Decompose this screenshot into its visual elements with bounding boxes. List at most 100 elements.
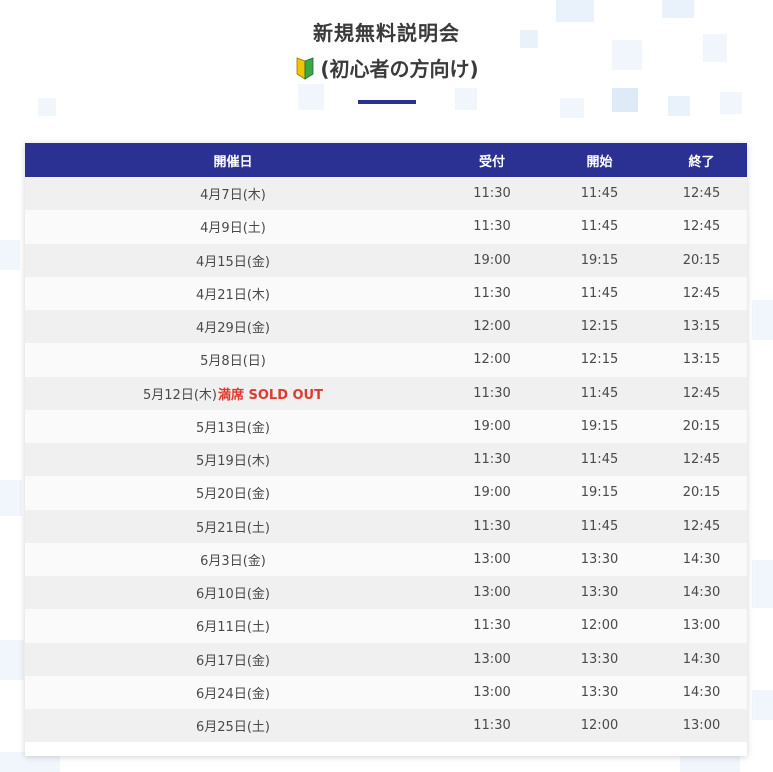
cell-start: 19:15 bbox=[580, 485, 619, 501]
cell-end: 12:45 bbox=[682, 452, 721, 468]
cell-end: 13:00 bbox=[682, 618, 721, 634]
cell-end: 13:00 bbox=[682, 718, 721, 734]
date-text: 5月13日(金) bbox=[196, 420, 270, 436]
date-text: 6月17日(金) bbox=[196, 653, 270, 669]
date-text: 6月25日(土) bbox=[196, 720, 270, 736]
column-header-date: 開催日 bbox=[213, 154, 253, 170]
table-row: 5月13日(金) 19:00 19:15 20:15 bbox=[25, 409, 747, 443]
cell-reception: 13:00 bbox=[473, 585, 511, 601]
cell-start: 11:45 bbox=[580, 186, 619, 202]
table-row: 5月8日(日) 12:00 12:15 13:15 bbox=[25, 343, 747, 377]
table-row: 4月9日(土) 11:30 11:45 12:45 bbox=[25, 210, 747, 244]
date-text: 4月7日(木) bbox=[200, 188, 266, 204]
date-text: 6月3日(金) bbox=[200, 553, 266, 569]
cell-date: 5月19日(木) bbox=[25, 450, 441, 469]
cell-end: 12:45 bbox=[682, 285, 721, 301]
page-subtitle: (初心者の方向け) bbox=[320, 57, 479, 81]
cell-start: 11:45 bbox=[580, 385, 619, 401]
table-row: 6月3日(金) 13:00 13:30 14:30 bbox=[25, 542, 747, 576]
cell-end: 14:30 bbox=[682, 585, 721, 601]
table-row: 5月12日(木)満席 SOLD OUT 11:30 11:45 12:45 bbox=[25, 376, 747, 410]
cell-reception: 12:00 bbox=[473, 319, 511, 335]
date-text: 5月8日(日) bbox=[200, 354, 266, 370]
cell-date: 5月12日(木)満席 SOLD OUT bbox=[25, 384, 441, 403]
date-text: 4月21日(木) bbox=[196, 287, 270, 303]
cell-start: 13:30 bbox=[580, 651, 619, 667]
date-text: 6月11日(土) bbox=[196, 620, 270, 636]
cell-date: 5月21日(土) bbox=[25, 517, 441, 536]
cell-date: 6月3日(金) bbox=[25, 550, 441, 569]
cell-start: 12:15 bbox=[580, 319, 619, 335]
cell-reception: 19:00 bbox=[473, 252, 511, 268]
cell-date: 5月20日(金) bbox=[25, 483, 441, 502]
cell-start: 13:30 bbox=[580, 684, 619, 700]
cell-start: 19:15 bbox=[580, 252, 619, 268]
cell-end: 13:15 bbox=[682, 319, 721, 335]
cell-end: 14:30 bbox=[682, 551, 721, 567]
table-row: 6月17日(金) 13:00 13:30 14:30 bbox=[25, 642, 747, 676]
cell-date: 6月17日(金) bbox=[25, 650, 441, 669]
cell-end: 20:15 bbox=[682, 418, 721, 434]
section-heading: 新規無料説明会 (初心者の方向け) bbox=[0, 18, 773, 104]
date-text: 6月10日(金) bbox=[196, 587, 270, 603]
table-row: 4月29日(金) 12:00 12:15 13:15 bbox=[25, 310, 747, 344]
beginner-mark-icon bbox=[294, 57, 316, 81]
cell-date: 6月25日(土) bbox=[25, 716, 441, 735]
sold-out-badge: 満席 SOLD OUT bbox=[217, 387, 323, 403]
page-subtitle-row: (初心者の方向け) bbox=[0, 52, 773, 86]
cell-reception: 19:00 bbox=[473, 418, 511, 434]
schedule-table: 開催日 受付 開始 終了 4月7日(木) 11:30 11:45 12:45 4月9日(… bbox=[25, 143, 747, 756]
cell-reception: 12:00 bbox=[473, 352, 511, 368]
cell-reception: 19:00 bbox=[473, 485, 511, 501]
cell-end: 14:30 bbox=[682, 684, 721, 700]
page-title: 新規無料説明会 bbox=[313, 21, 460, 45]
cell-start: 19:15 bbox=[580, 418, 619, 434]
cell-start: 13:30 bbox=[580, 551, 619, 567]
cell-date: 4月21日(木) bbox=[25, 284, 441, 303]
date-text: 6月24日(金) bbox=[196, 686, 270, 702]
cell-reception: 11:30 bbox=[473, 186, 511, 202]
cell-reception: 11:30 bbox=[473, 219, 511, 235]
cell-start: 13:30 bbox=[580, 585, 619, 601]
cell-end: 20:15 bbox=[682, 485, 721, 501]
cell-date: 4月15日(金) bbox=[25, 251, 441, 270]
table-row: 6月10日(金) 13:00 13:30 14:30 bbox=[25, 576, 747, 610]
cell-date: 4月7日(木) bbox=[25, 184, 441, 203]
cell-end: 12:45 bbox=[682, 186, 721, 202]
date-text: 4月9日(土) bbox=[200, 221, 266, 237]
date-text: 4月29日(金) bbox=[196, 321, 270, 337]
cell-reception: 11:30 bbox=[473, 285, 511, 301]
cell-start: 11:45 bbox=[580, 452, 619, 468]
cell-end: 14:30 bbox=[682, 651, 721, 667]
table-row: 4月21日(木) 11:30 11:45 12:45 bbox=[25, 276, 747, 310]
cell-reception: 11:30 bbox=[473, 385, 511, 401]
cell-reception: 11:30 bbox=[473, 518, 511, 534]
cell-start: 12:00 bbox=[580, 618, 619, 634]
cell-date: 4月29日(金) bbox=[25, 317, 441, 336]
table-row: 5月21日(土) 11:30 11:45 12:45 bbox=[25, 509, 747, 543]
table-row: 6月11日(土) 11:30 12:00 13:00 bbox=[25, 609, 747, 643]
cell-date: 5月8日(日) bbox=[25, 350, 441, 369]
cell-date: 6月24日(金) bbox=[25, 683, 441, 702]
cell-reception: 11:30 bbox=[473, 618, 511, 634]
date-text: 5月12日(木) bbox=[143, 387, 217, 403]
table-row: 4月7日(木) 11:30 11:45 12:45 bbox=[25, 177, 747, 211]
cell-date: 6月10日(金) bbox=[25, 583, 441, 602]
cell-end: 13:15 bbox=[682, 352, 721, 368]
table-row: 6月25日(土) 11:30 12:00 13:00 bbox=[25, 709, 747, 743]
date-text: 5月21日(土) bbox=[196, 520, 270, 536]
cell-reception: 13:00 bbox=[473, 551, 511, 567]
column-header-end: 終了 bbox=[688, 154, 715, 170]
column-header-reception: 受付 bbox=[478, 154, 505, 170]
title-underline bbox=[357, 100, 416, 104]
cell-reception: 13:00 bbox=[473, 651, 511, 667]
table-row: 5月20日(金) 19:00 19:15 20:15 bbox=[25, 476, 747, 510]
cell-end: 12:45 bbox=[682, 385, 721, 401]
cell-date: 6月11日(土) bbox=[25, 616, 441, 635]
date-text: 5月19日(木) bbox=[196, 454, 270, 470]
cell-date: 4月9日(土) bbox=[25, 217, 441, 236]
table-row: 5月19日(木) 11:30 11:45 12:45 bbox=[25, 443, 747, 477]
cell-start: 12:00 bbox=[580, 718, 619, 734]
table-row: 4月15日(金) 19:00 19:15 20:15 bbox=[25, 243, 747, 277]
cell-end: 20:15 bbox=[682, 252, 721, 268]
